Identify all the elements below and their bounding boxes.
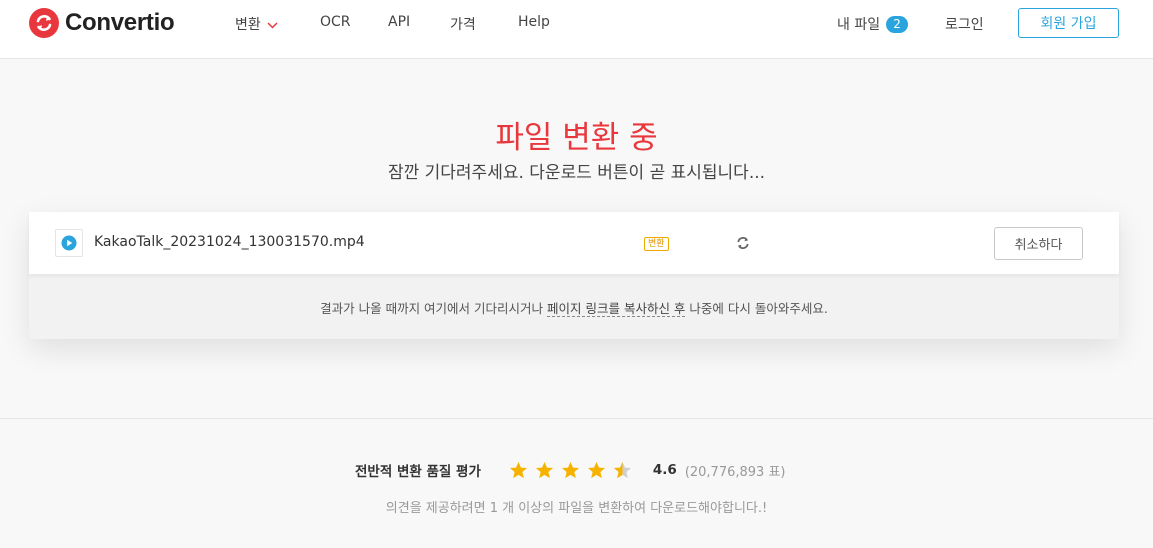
my-files-link[interactable]: 내 파일 2 [837,14,909,34]
rating-row: 전반적 변환 품질 평가 4.6 (20,776,893 표) [355,459,785,481]
play-circle-icon [61,235,77,251]
signup-button[interactable]: 회원 가입 [1018,8,1119,38]
file-row: KakaoTalk_20231024_130031570.mp4 변환 취소하다 [29,212,1119,275]
my-files-label: 내 파일 [837,17,881,33]
wait-note-text-after: 나중에 다시 돌아와주세요. [685,301,828,316]
section-divider [0,418,1153,419]
rating-stars [509,461,639,480]
nav-api[interactable]: API [388,14,410,30]
star-icon[interactable] [561,461,580,480]
rating-label: 전반적 변환 품질 평가 [355,464,481,480]
nav-help[interactable]: Help [518,14,550,30]
logo[interactable]: Convertio [29,8,175,38]
brand-name: Convertio [65,9,175,36]
login-link[interactable]: 로그인 [945,14,984,34]
rating-score: 4.6 [652,462,677,478]
half-star-icon[interactable] [613,461,632,480]
nav-ocr[interactable]: OCR [320,14,351,30]
status-badge: 변환 [644,237,669,251]
file-name: KakaoTalk_20231024_130031570.mp4 [94,234,365,250]
rating-votes: (20,776,893 표) [684,464,786,480]
copy-page-link[interactable]: 페이지 링크를 복사하신 후 [547,301,686,317]
nav-pricing[interactable]: 가격 [450,14,476,34]
star-icon[interactable] [509,461,528,480]
refresh-icon [737,237,749,249]
star-icon[interactable] [535,461,554,480]
chevron-down-icon [267,21,278,29]
star-icon[interactable] [587,461,606,480]
nav-convert[interactable]: 변환 [235,14,278,34]
cancel-button[interactable]: 취소하다 [994,227,1083,260]
wait-note: 결과가 나올 때까지 여기에서 기다리시거나 페이지 링크를 복사하신 후 나중… [29,298,1119,317]
top-header: Convertio 변환 OCR API 가격 Help 내 파일 2 로그인 회… [0,0,1153,59]
file-type-icon [55,229,83,257]
convertio-logo-icon [29,8,59,38]
nav-convert-label: 변환 [235,17,261,33]
page-subtitle: 잠깐 기다려주세요. 다운로드 버튼이 곧 표시됩니다... [387,163,766,183]
wait-note-text-before: 결과가 나올 때까지 여기에서 기다리시거나 [320,301,548,316]
feedback-note: 의견을 제공하려면 1 개 이상의 파일을 변환하여 다운로드해야합니다.! [385,501,768,516]
conversion-card: KakaoTalk_20231024_130031570.mp4 변환 취소하다… [29,212,1119,339]
my-files-count-badge: 2 [886,16,909,33]
page-title: 파일 변환 중 [495,120,658,156]
